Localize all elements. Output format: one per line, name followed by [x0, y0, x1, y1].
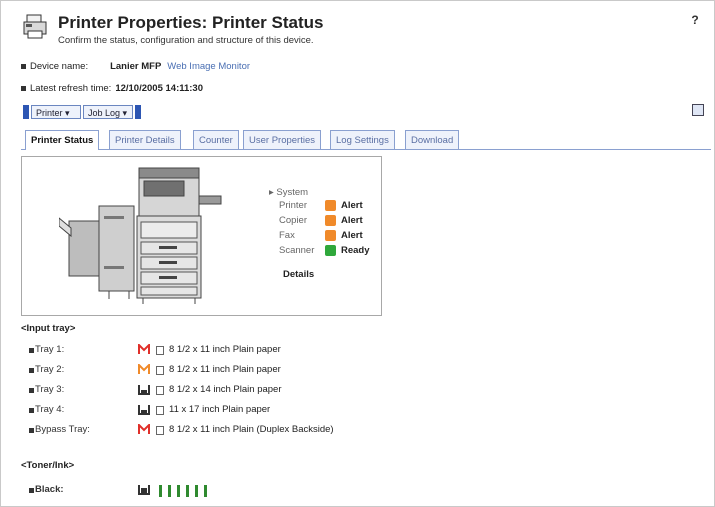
toner-level-segment — [204, 485, 207, 497]
printer-status-page: Printer Properties: Printer Status Confi… — [0, 0, 715, 507]
tray-row-3: Tray 3: 8 1/2 x 14 inch Plain paper — [1, 382, 701, 398]
tray-row-bypass: Bypass Tray: 8 1/2 x 11 inch Plain (Dupl… — [1, 422, 701, 438]
paper-icon — [156, 406, 164, 415]
ready-icon — [325, 245, 336, 256]
bullet-icon — [29, 368, 34, 373]
toner-level-segment — [177, 485, 180, 497]
toner-level-segment — [186, 485, 189, 497]
alert-icon — [325, 215, 336, 226]
bullet-icon — [29, 408, 34, 413]
paper-icon — [156, 386, 164, 395]
bullet-icon — [21, 85, 26, 91]
toner-heading: <Toner/Ink> — [21, 460, 75, 471]
paper-icon — [156, 366, 164, 375]
orange-warning-icon — [138, 364, 150, 375]
tray-row-2: Tray 2: 8 1/2 x 11 inch Plain paper — [1, 362, 701, 378]
system-label: ▸ System — [269, 187, 309, 198]
paper-icon — [156, 426, 164, 435]
device-name-value: Lanier MFP — [110, 61, 162, 72]
tab-counter[interactable]: Counter — [193, 130, 239, 149]
page-subtitle: Confirm the status, configuration and st… — [58, 35, 314, 46]
web-image-monitor-link[interactable]: Web Image Monitor — [167, 61, 250, 72]
details-link[interactable]: Details — [283, 269, 314, 280]
tab-bar: Printer Status Printer Details Counter U… — [21, 127, 711, 150]
tray-row-1: Tray 1: 8 1/2 x 11 inch Plain paper — [1, 342, 701, 358]
tab-printer-details[interactable]: Printer Details — [109, 130, 181, 149]
refresh-time-value: 12/10/2005 14:11:30 — [115, 83, 204, 94]
toner-row-black: Black: — [1, 482, 701, 498]
help-button[interactable]: ? — [688, 13, 702, 29]
bullet-icon — [29, 428, 34, 433]
menu-bar-start-cap — [23, 105, 29, 119]
alert-icon — [325, 230, 336, 241]
paper-icon — [156, 346, 164, 355]
printer-icon — [23, 14, 47, 39]
bullet-icon — [29, 348, 34, 353]
job-log-menu-button[interactable]: Job Log ▾ — [83, 105, 133, 119]
toner-level-segment — [159, 485, 162, 497]
printer-menu-button[interactable]: Printer ▾ — [31, 105, 81, 119]
refresh-icon[interactable] — [692, 104, 704, 116]
tray-level-icon — [138, 405, 150, 415]
red-alert-icon — [138, 424, 150, 435]
toner-cartridge-icon — [138, 485, 150, 495]
tab-log-settings[interactable]: Log Settings — [330, 130, 395, 149]
red-alert-icon — [138, 344, 150, 355]
refresh-time-row: Latest refresh time: 12/10/2005 14:11:30 — [21, 83, 203, 94]
tray-level-icon — [138, 385, 150, 395]
page-title: Printer Properties: Printer Status — [58, 13, 324, 32]
toner-level-segment — [168, 485, 171, 497]
tab-user-properties[interactable]: User Properties — [243, 130, 321, 149]
bullet-icon — [29, 388, 34, 393]
tab-download[interactable]: Download — [405, 130, 460, 149]
bullet-icon — [29, 488, 34, 493]
tray-row-4: Tray 4: 11 x 17 inch Plain paper — [1, 402, 701, 418]
toner-level-segment — [195, 485, 198, 497]
menu-bar-end-cap — [135, 105, 141, 119]
tab-printer-status[interactable]: Printer Status — [25, 130, 100, 150]
input-tray-heading: <Input tray> — [21, 323, 76, 334]
bullet-icon — [21, 63, 26, 69]
refresh-time-label: Latest refresh time: — [30, 83, 112, 94]
device-name-row: Device name: Lanier MFP Web Image Monitor — [21, 61, 250, 72]
printer-illustration-icon — [59, 167, 222, 304]
device-name-label: Device name: — [30, 61, 89, 72]
alert-icon — [325, 200, 336, 211]
